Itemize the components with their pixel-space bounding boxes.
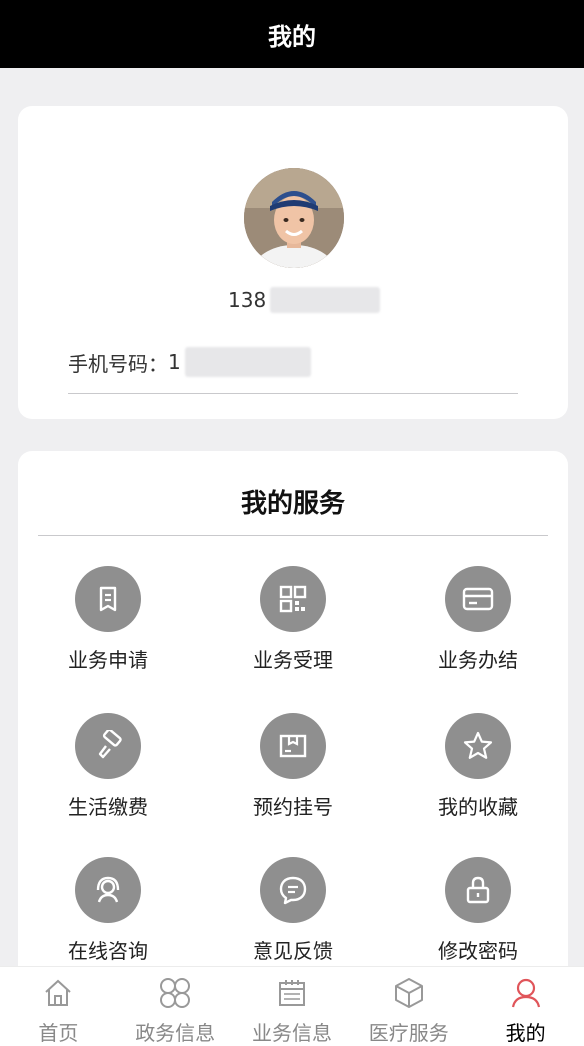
paint-roller-icon [75, 713, 141, 779]
avatar[interactable] [244, 168, 344, 268]
page-title: 我的 [268, 22, 316, 51]
services-divider [38, 535, 548, 536]
username: 138 [228, 284, 381, 316]
tab-label: 首页 [38, 1021, 79, 1045]
tab-mine[interactable]: 我的 [467, 967, 584, 1046]
header-bar: 我的 [0, 0, 584, 68]
headset-icon [75, 857, 141, 923]
service-change-password[interactable]: 修改密码 [398, 857, 558, 977]
service-label: 修改密码 [438, 939, 518, 963]
service-online-consult[interactable]: 在线咨询 [28, 857, 188, 977]
tab-business-info[interactable]: 业务信息 [234, 967, 351, 1046]
service-label: 我的收藏 [438, 795, 518, 819]
service-label: 预约挂号 [253, 795, 333, 819]
service-label: 生活缴费 [68, 795, 148, 819]
box-icon [260, 713, 326, 779]
profile-card: 138 手机号码： 1 [18, 106, 568, 419]
user-icon [508, 975, 544, 1011]
phone-prefix: 1 [168, 350, 181, 374]
tab-label: 我的 [505, 1021, 546, 1045]
tab-label: 业务信息 [251, 1021, 332, 1045]
service-business-complete[interactable]: 业务办结 [398, 566, 558, 686]
document-icon [75, 566, 141, 632]
service-label: 业务申请 [68, 648, 148, 672]
tab-medical-services[interactable]: 医疗服务 [350, 967, 467, 1046]
service-appointment[interactable]: 预约挂号 [213, 713, 373, 833]
username-prefix: 138 [228, 288, 267, 312]
service-label: 业务办结 [438, 648, 518, 672]
service-business-accept[interactable]: 业务受理 [213, 566, 373, 686]
chat-bubble-icon [260, 857, 326, 923]
calendar-icon [274, 975, 310, 1011]
service-label: 业务受理 [253, 648, 333, 672]
star-icon [445, 713, 511, 779]
service-feedback[interactable]: 意见反馈 [213, 857, 373, 977]
tab-home[interactable]: 首页 [0, 967, 117, 1046]
services-card: 我的服务 业务申请 业务受理 业务办结 生活缴费 预约挂号 我的收藏 在线咨询 … [18, 451, 568, 991]
services-title: 我的服务 [240, 489, 345, 519]
masked-username [270, 287, 381, 313]
grid-icon [260, 566, 326, 632]
service-label: 意见反馈 [253, 939, 333, 963]
tab-label: 政务信息 [135, 1021, 216, 1045]
profile-divider [68, 393, 518, 394]
tab-label: 医疗服务 [368, 1021, 449, 1045]
service-business-apply[interactable]: 业务申请 [28, 566, 188, 686]
cube-icon [391, 975, 427, 1011]
service-label: 在线咨询 [68, 939, 148, 963]
avatar-photo [244, 168, 344, 268]
phone-label: 手机号码： [68, 351, 168, 376]
masked-phone [184, 347, 311, 377]
service-favorites[interactable]: 我的收藏 [398, 713, 558, 833]
lock-icon [445, 857, 511, 923]
four-circles-icon [157, 975, 193, 1011]
tab-government-info[interactable]: 政务信息 [117, 967, 234, 1046]
card-icon [445, 566, 511, 632]
bottom-tab-bar: 首页 政务信息 业务信息 医疗服务 我的 [0, 966, 584, 1046]
service-utility-payment[interactable]: 生活缴费 [28, 713, 188, 833]
home-icon [40, 975, 76, 1011]
phone-row: 手机号码： 1 [68, 346, 311, 378]
